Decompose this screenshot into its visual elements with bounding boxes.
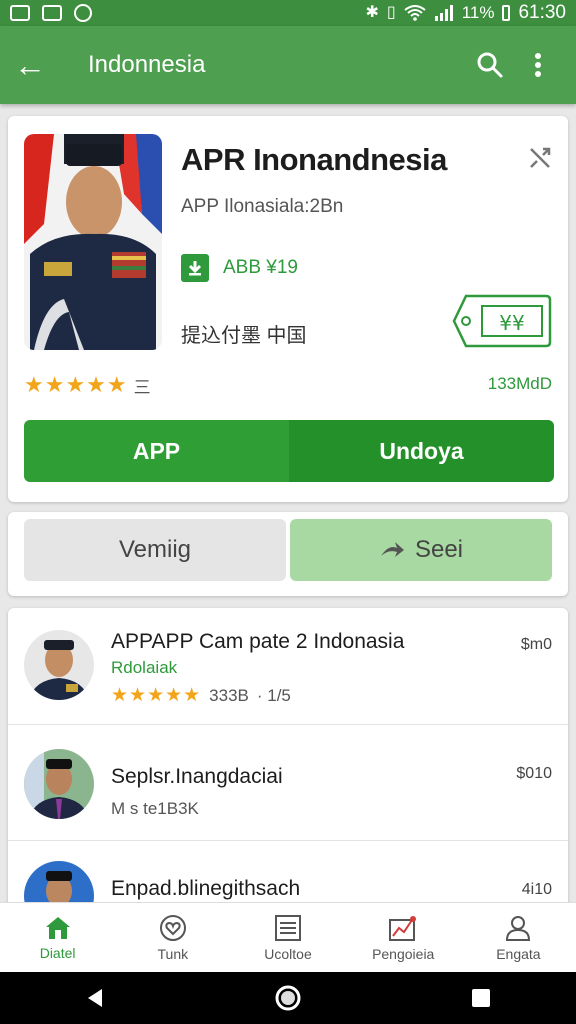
nav-updates-label: Ucoltoe [264,945,312,962]
shuffle-icon [530,147,551,168]
list-icon [275,914,301,941]
list-item-developer: Rdolaiak [111,658,178,677]
app-subtitle: APP Ilonasiala:2Bn [181,196,344,217]
star-rating: ★★★★★ [111,685,202,706]
list-item-price: 4i10 [521,881,552,898]
nav-home-label: Diatel [39,944,76,961]
system-navigation-bar [0,972,576,1024]
circle-notification-icon [74,4,92,22]
app-header-card: APR Inonandnesia APP Ilonasiala:2Bn ABB … [8,116,568,502]
nav-home[interactable]: Diatel [0,903,115,972]
list-item[interactable]: Seplsr.Inangdaciai M s te1B3K $010 [8,724,568,840]
nav-favorites[interactable]: Tunk [115,903,230,972]
see-button[interactable]: Seei [290,519,552,581]
nav-updates[interactable]: Ucoltoe [230,903,345,972]
app-bar: ← Indonnesia [0,26,576,104]
list-item-title: Seplsr.Inangdaciai [111,765,283,788]
share-button[interactable] [528,146,552,175]
chart-icon [389,915,417,941]
nav-stats[interactable]: Pengoieia [346,903,461,972]
arrow-forward-icon [380,542,404,557]
home-icon [45,916,70,939]
clock: 61:30 [518,2,566,23]
list-item-price: $m0 [520,636,552,653]
price-tag-icon: ¥¥ [452,294,552,353]
download-icon [181,254,209,282]
list-item-title: APPAPP Cam pate 2 Indonasia [111,630,405,653]
app-icon [24,134,162,350]
rating-count: 三 [133,377,151,397]
download-count: ABB ¥19 [223,257,298,278]
image-notification-icon [10,5,30,21]
back-triangle-icon[interactable] [84,987,106,1009]
list-item-price: $010 [516,765,552,782]
heart-shield-icon [159,914,186,941]
gallery-notification-icon [42,5,62,21]
vibrate-icon: ▯ [386,4,396,21]
primary-action-button[interactable]: APP Undoya [24,420,554,482]
see-button-label: Seei [414,536,464,563]
app-button[interactable]: APP [24,420,289,482]
download-row: ABB ¥19 [181,254,298,282]
back-arrow-icon[interactable]: ← [14,49,62,81]
app-size: 133MdD [487,374,552,393]
app-title: APR Inonandnesia [181,142,447,177]
list-item[interactable]: APPAPP Cam pate 2 Indonasia Rdolaiak ★★★… [8,608,568,724]
list-item-meta: M s te1B3K [111,799,199,818]
search-icon [477,52,503,78]
person-icon [506,915,531,941]
rating-row: ★★★★★ 三 [24,372,151,398]
status-bar: ✱ ▯ 11% 61:30 [0,0,576,26]
wifi-icon [404,5,426,21]
related-apps-list: APPAPP Cam pate 2 Indonasia Rdolaiak ★★★… [8,608,568,908]
secondary-actions-card: Vemiig Seei [8,512,568,596]
list-item-title: Enpad.blinegithsach [111,877,301,900]
bottom-navigation: Diatel Tunk Ucoltoe Pengoieia Engata [0,902,576,972]
page-title: Indonnesia [88,51,206,78]
version-button[interactable]: Vemiig [24,519,286,581]
nav-account[interactable]: Engata [461,903,576,972]
avatar [24,630,94,700]
install-button[interactable]: Undoya [289,420,554,482]
list-item[interactable]: Enpad.blinegithsach 4i10 [8,840,568,908]
rating-extra: · 1/5 [256,685,291,705]
nav-stats-label: Pengoieia [372,945,435,962]
avatar [24,861,94,908]
signal-icon [434,5,453,21]
avatar [24,749,94,819]
more-vert-icon [535,53,541,77]
overflow-menu-button[interactable] [514,52,562,78]
bluetooth-icon: ✱ [365,4,379,21]
nav-favorites-label: Tunk [157,945,189,962]
star-rating: ★★★★★ [24,372,128,397]
search-button[interactable] [466,51,514,79]
app-category: 提込付墨 中国 [181,325,307,347]
home-circle-icon[interactable] [274,984,302,1012]
rating-value: 333B [209,685,249,705]
battery-percent: 11% [461,3,495,22]
recents-square-icon[interactable] [470,987,492,1009]
tag-text: ¥¥ [499,311,524,335]
list-item-rating: ★★★★★ 333B · 1/5 [111,684,291,707]
battery-icon [502,5,511,21]
nav-account-label: Engata [496,945,541,962]
